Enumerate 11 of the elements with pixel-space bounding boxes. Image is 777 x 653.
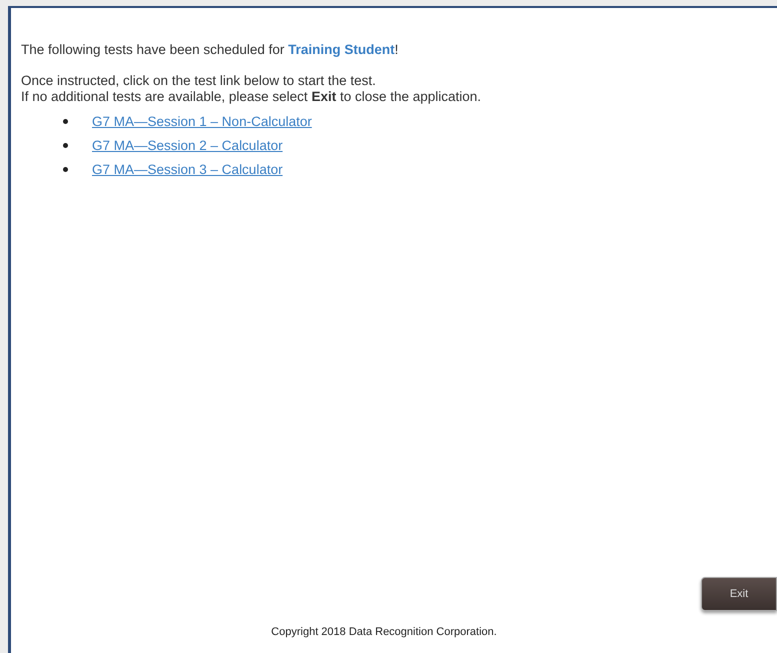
instruction-text: Once instructed, click on the test link below to start the test. — [21, 73, 377, 89]
exit-button[interactable]: Exit — [701, 577, 777, 611]
copyright-text: Copyright 2018 Data Recognition Corporation. — [271, 626, 497, 638]
bullet-icon — [63, 142, 68, 148]
test-link[interactable]: G7 MA—Session 2 – Calculator — [92, 138, 283, 152]
bullet-icon — [63, 118, 68, 124]
test-link[interactable]: G7 MA—Session 1 – Non-Calculator — [92, 114, 312, 128]
greeting-text: The following tests have been scheduled for Training Student! — [21, 42, 400, 57]
instruction-text: If no additional tests are available, please select Exit to close the application. — [21, 89, 482, 105]
test-link[interactable]: G7 MA—Session 3 – Calculator — [92, 162, 283, 176]
bullet-icon — [63, 166, 68, 172]
